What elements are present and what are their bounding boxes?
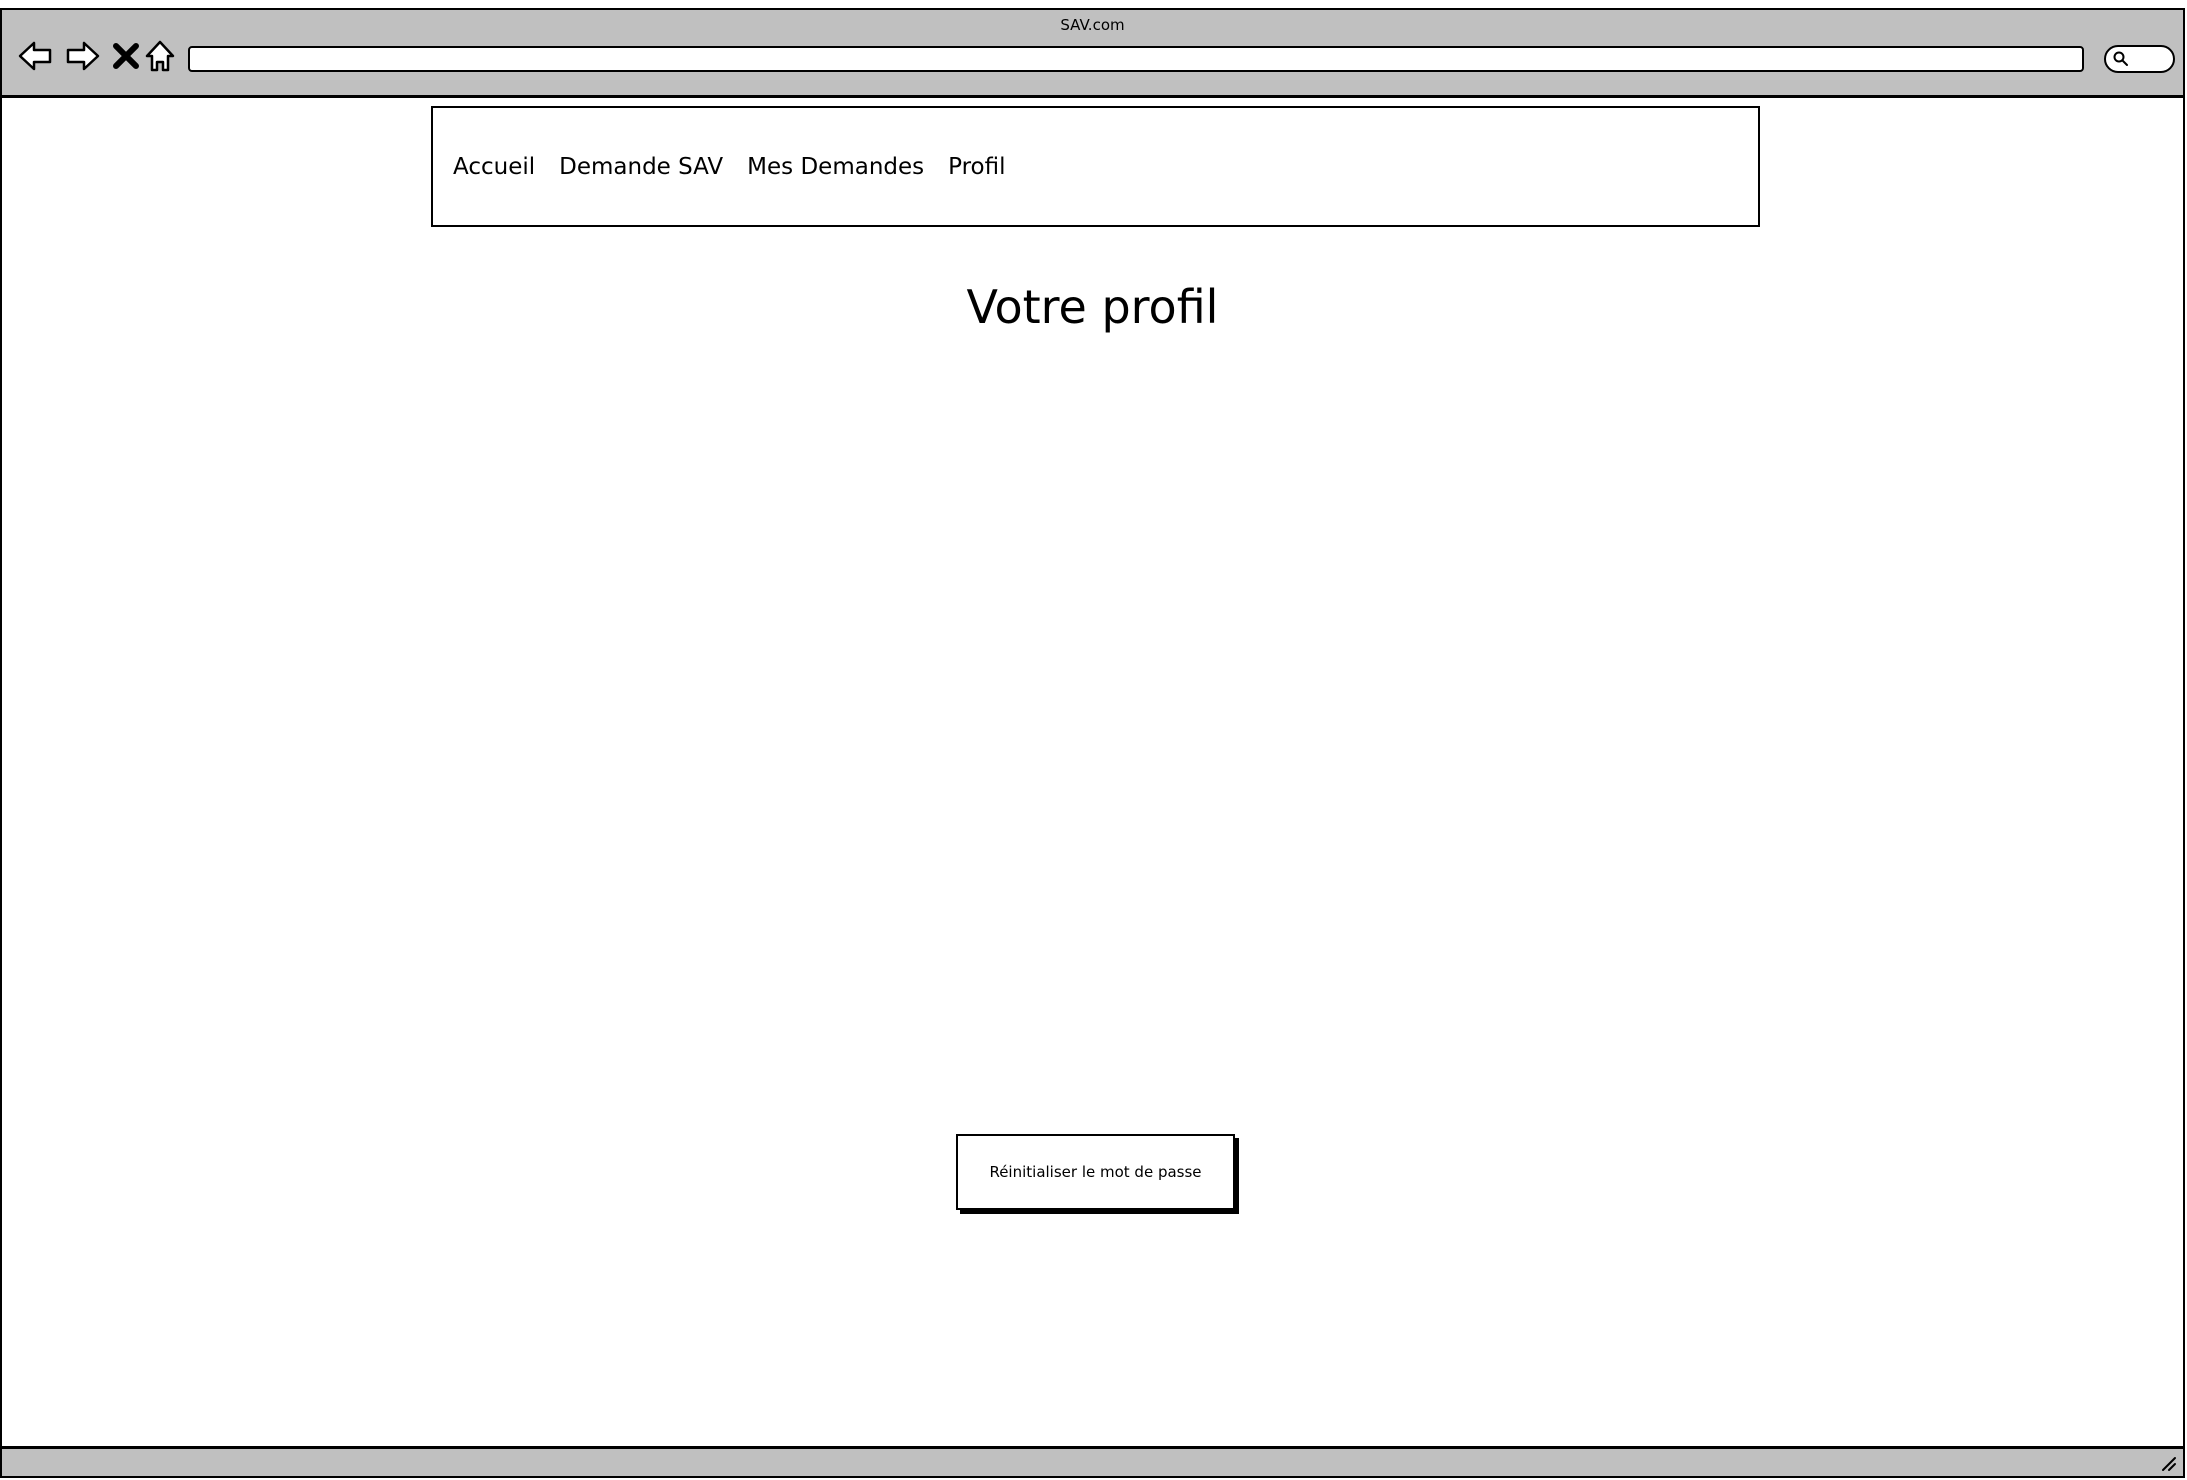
forward-arrow-icon[interactable]: [62, 36, 102, 76]
url-bar[interactable]: [188, 46, 2084, 72]
window-title: SAV.com: [1060, 16, 1125, 34]
browser-toolbar: SAV.com: [2, 10, 2183, 98]
back-arrow-icon[interactable]: [16, 36, 56, 76]
main-navigation: Accueil Demande SAV Mes Demandes Profil: [431, 106, 1760, 227]
status-bar: [2, 1446, 2183, 1476]
browser-window: SAV.com Accueil Demande SAV Mes Demandes…: [0, 8, 2185, 1478]
search-box[interactable]: [2104, 45, 2175, 73]
page-title: Votre profil: [966, 280, 1219, 334]
nav-item-mes-demandes[interactable]: Mes Demandes: [747, 154, 924, 180]
resize-grip-icon[interactable]: [2159, 1454, 2177, 1472]
search-icon: [2113, 51, 2128, 66]
home-icon[interactable]: [140, 36, 180, 76]
reset-password-button[interactable]: Réinitialiser le mot de passe: [956, 1134, 1235, 1210]
nav-item-demande-sav[interactable]: Demande SAV: [559, 154, 723, 180]
nav-item-profil[interactable]: Profil: [948, 154, 1005, 180]
nav-item-accueil[interactable]: Accueil: [453, 154, 535, 180]
